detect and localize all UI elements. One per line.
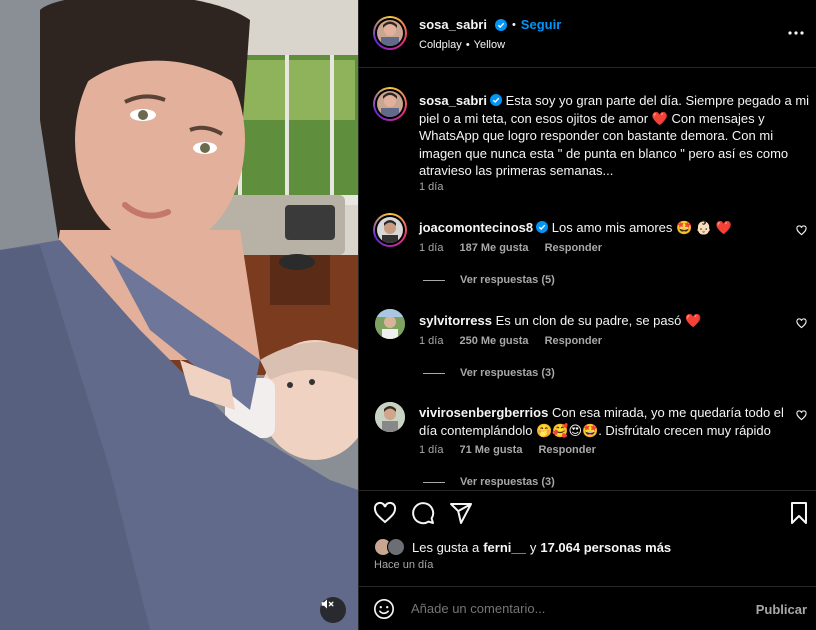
post-panel: sosa_sabri • Seguir Coldplay • Yellow so… xyxy=(358,0,816,630)
reply-button[interactable]: Responder xyxy=(545,242,602,254)
caption-line-1: Esta soy yo gran parte del día. Siempre … xyxy=(505,93,810,108)
replies-divider xyxy=(423,279,445,281)
audio-separator: • xyxy=(465,39,470,51)
comment-likes[interactable]: 71 Me gusta xyxy=(459,444,522,456)
comment-like-icon[interactable] xyxy=(796,318,807,329)
post-modal: sosa_sabri • Seguir Coldplay • Yellow so… xyxy=(0,0,816,630)
reply-button[interactable]: Responder xyxy=(545,335,602,347)
separator: • xyxy=(511,18,516,31)
publish-button[interactable]: Publicar xyxy=(756,602,807,617)
comment-bar: Publicar xyxy=(359,586,816,630)
comment-time[interactable]: 1 día xyxy=(419,335,443,347)
caption-line-5: atravieso las primeras semanas... xyxy=(419,163,614,178)
comment-username[interactable]: joacomontecinos8 xyxy=(419,220,533,235)
mute-button[interactable] xyxy=(320,597,346,623)
comment-text: Es un clon de su padre, se pasó ❤️ xyxy=(495,313,702,328)
likes-user[interactable]: ferni__ xyxy=(483,540,526,555)
caption-username[interactable]: sosa_sabri xyxy=(419,93,487,108)
comment-like-icon[interactable] xyxy=(796,410,807,421)
likes-summary: Les gusta a ferni__ y 17.064 personas má… xyxy=(374,538,671,556)
comment-text: Con esa mirada, yo me quedaría todo el xyxy=(551,405,784,420)
comment-time[interactable]: 1 día xyxy=(419,444,443,456)
comment-body: joacomontecinos8 Los amo mis amores 🤩 👶🏻… xyxy=(419,219,804,237)
liker-avatars xyxy=(374,538,408,556)
audio-artist[interactable]: Coldplay xyxy=(419,39,462,51)
comment-meta: 1 día 187 Me gusta Responder xyxy=(419,242,602,254)
action-bar xyxy=(359,490,816,535)
post-header: sosa_sabri • Seguir Coldplay • Yellow xyxy=(359,0,816,68)
view-replies-button[interactable]: Ver respuestas (3) xyxy=(423,367,555,379)
caption-line-3: WhatsApp que logro responder con bastant… xyxy=(419,128,774,143)
caption-meta: 1 día xyxy=(419,181,443,193)
bookmark-icon[interactable] xyxy=(787,501,811,525)
like-heart-icon[interactable] xyxy=(373,501,397,525)
view-replies-button[interactable]: Ver respuestas (5) xyxy=(423,274,555,286)
caption-line-4: imagen que nunca esta " de punta en blan… xyxy=(419,145,789,161)
likes-count[interactable]: 17.064 personas más xyxy=(540,540,671,555)
avatar xyxy=(377,20,403,46)
share-icon[interactable] xyxy=(449,501,473,525)
comment-text-line-2: día contemplándolo 🤭🥰😍🤩. Disfrútalo crec… xyxy=(419,422,771,438)
comment-meta: 1 día 71 Me gusta Responder xyxy=(419,444,596,456)
reply-button[interactable]: Responder xyxy=(538,444,595,456)
comment-like-icon[interactable] xyxy=(796,225,807,236)
audio-song[interactable]: Yellow xyxy=(474,39,505,51)
likes-middle: y xyxy=(529,539,537,555)
comment-likes[interactable]: 250 Me gusta xyxy=(459,335,528,347)
replies-divider xyxy=(423,481,445,483)
comment-avatar[interactable] xyxy=(375,402,405,432)
post-time[interactable]: Hace un día xyxy=(374,559,433,571)
caption-time[interactable]: 1 día xyxy=(419,181,443,193)
view-replies-button[interactable]: Ver respuestas (3) xyxy=(423,476,555,488)
comment-body: vivirosenbergberrios Con esa mirada, yo … xyxy=(419,404,804,439)
comment-text: Los amo mis amores 🤩 👶🏻 ❤️ xyxy=(551,220,732,235)
story-ring[interactable] xyxy=(373,16,407,50)
comment-avatar xyxy=(377,217,403,243)
likes-prefix: Les gusta a xyxy=(412,539,480,555)
post-media[interactable] xyxy=(0,0,358,630)
speaker-muted-icon xyxy=(321,599,334,609)
caption-line-2: piel o a mi teta, con esos ojitos de amo… xyxy=(419,110,765,126)
header-username[interactable]: sosa_sabri xyxy=(419,17,487,32)
post-photo xyxy=(0,0,358,630)
caption-story-ring[interactable] xyxy=(373,87,407,121)
comment-avatar[interactable] xyxy=(375,309,405,339)
caption-avatar xyxy=(377,91,403,117)
comment-username[interactable]: vivirosenbergberrios xyxy=(419,405,548,420)
comment-username[interactable]: sylvitorress xyxy=(419,313,492,328)
view-replies-label: Ver respuestas (3) xyxy=(460,367,555,379)
verified-icon xyxy=(494,18,507,31)
comment-meta: 1 día 250 Me gusta Responder xyxy=(419,335,602,347)
verified-icon xyxy=(536,221,549,233)
comments-scroll-area[interactable]: sosa_sabri Esta soy yo gran parte del dí… xyxy=(359,68,816,488)
view-replies-label: Ver respuestas (5) xyxy=(460,274,555,286)
comment-story-ring[interactable] xyxy=(373,213,407,247)
comment-input[interactable] xyxy=(411,601,741,616)
emoji-icon[interactable] xyxy=(373,598,395,620)
comment-body: sylvitorress Es un clon de su padre, se … xyxy=(419,312,804,330)
caption-body: sosa_sabri Esta soy yo gran parte del dí… xyxy=(419,92,809,180)
comment-icon[interactable] xyxy=(411,501,435,525)
view-replies-label: Ver respuestas (3) xyxy=(460,476,555,488)
comment-likes[interactable]: 187 Me gusta xyxy=(459,242,528,254)
follow-button[interactable]: Seguir xyxy=(521,17,561,32)
more-icon[interactable] xyxy=(787,28,805,38)
comment-time[interactable]: 1 día xyxy=(419,242,443,254)
replies-divider xyxy=(423,372,445,374)
verified-icon xyxy=(489,94,502,106)
